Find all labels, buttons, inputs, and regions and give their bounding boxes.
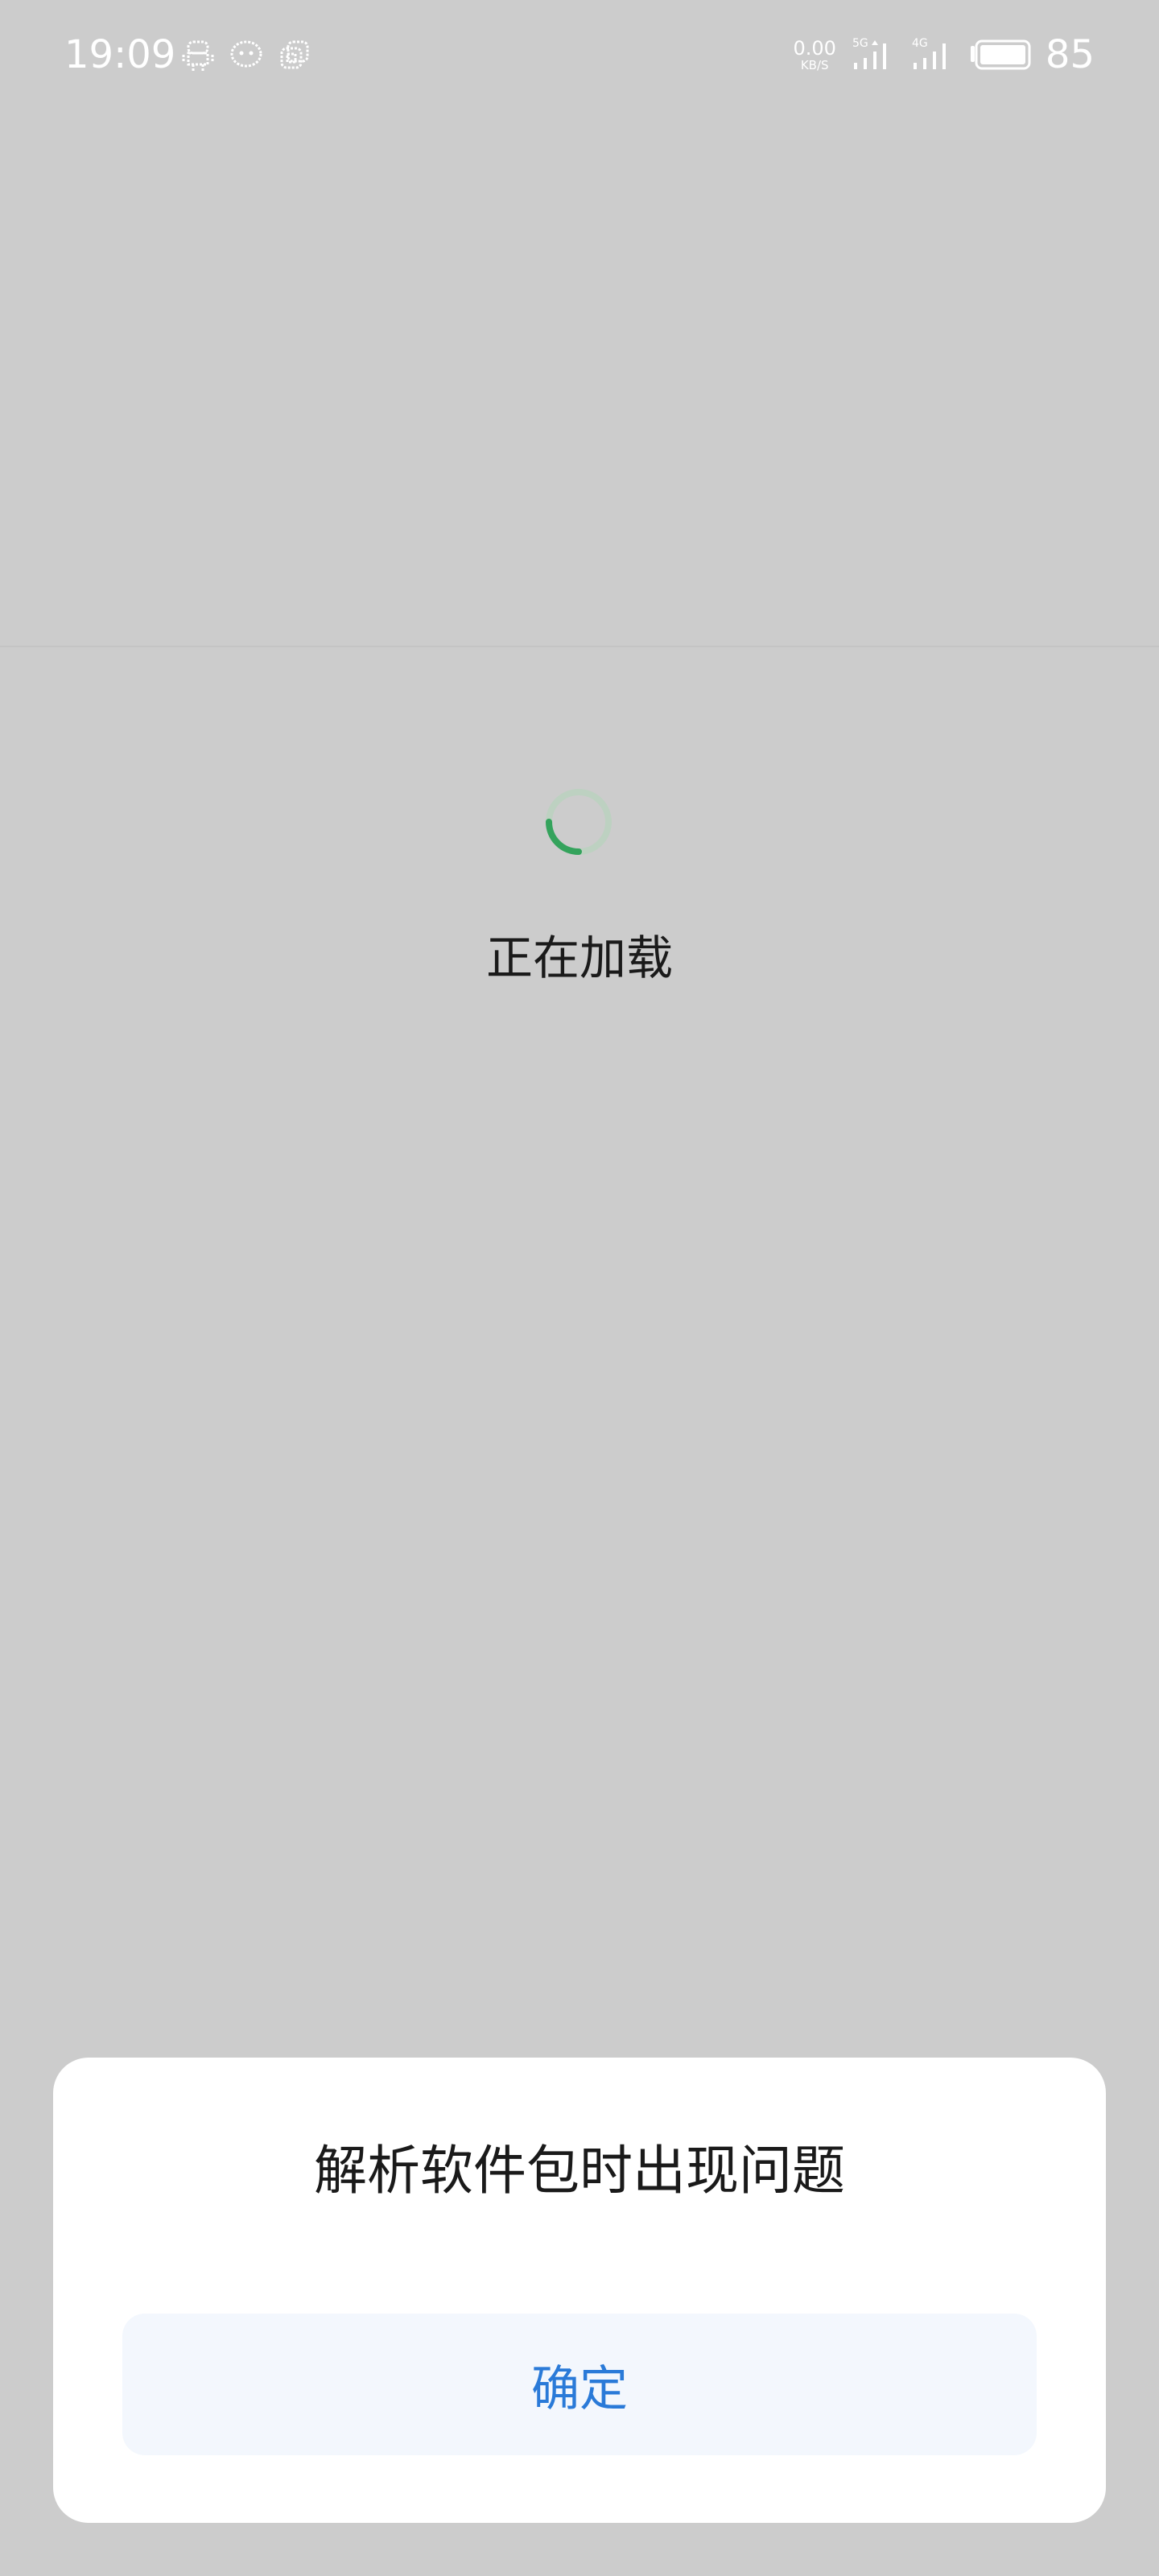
- status-bar: 19:09 0.00 KB/S 5G 4G 85: [0, 0, 1159, 113]
- signal-5g-icon: 5G: [851, 37, 896, 72]
- chat-bubble-icon: [229, 37, 264, 72]
- network-speed-value: 0.00: [793, 36, 836, 60]
- confirm-button[interactable]: 确定: [122, 2314, 1037, 2455]
- dialog-title: 解析软件包时出现问题: [314, 2140, 845, 2202]
- loading-text: 正在加载: [485, 931, 673, 985]
- notification-icons: [180, 37, 312, 72]
- app-store-icon: [277, 37, 312, 72]
- loading-spinner-icon: [546, 789, 612, 855]
- signal-4g-label: 4G: [912, 37, 928, 50]
- status-right-icons: 0.00 KB/S 5G 4G 85: [793, 31, 1095, 79]
- header-divider: [0, 646, 1159, 647]
- clock-time: 19:09: [64, 32, 176, 77]
- signal-4g-icon: 4G: [910, 37, 955, 72]
- android-robot-icon: [180, 37, 216, 72]
- network-speed: 0.00 KB/S: [793, 39, 835, 72]
- battery-icon: [970, 39, 1031, 71]
- network-speed-unit: KB/S: [800, 57, 829, 72]
- parse-error-dialog: 解析软件包时出现问题 确定: [53, 2058, 1106, 2523]
- signal-5g-label: 5G: [852, 37, 868, 50]
- battery-percent: 85: [1045, 32, 1095, 77]
